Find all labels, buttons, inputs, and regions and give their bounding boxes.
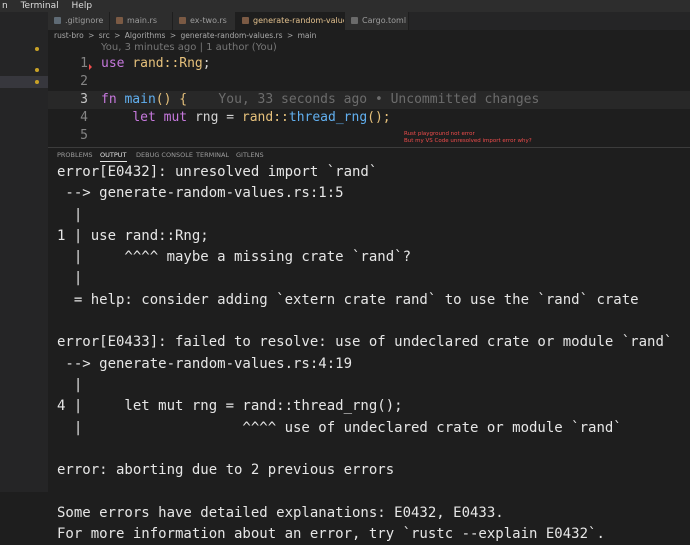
output-line: --> generate-random-values.rs:4:19 (57, 355, 353, 372)
code-editor[interactable]: 1 use rand::Rng; 2 3 fn main() { You, 33… (48, 55, 690, 145)
rust-file-icon (242, 17, 249, 24)
line-number: 3 (80, 92, 88, 107)
breadcrumb-separator: > (169, 31, 177, 40)
breadcrumb-item[interactable]: main (298, 31, 317, 40)
output-line: = help: consider adding `extern crate ra… (57, 291, 639, 308)
tab-debug-console[interactable]: DEBUG CONSOLE (136, 148, 193, 162)
tab-main-rs[interactable]: main.rs (110, 12, 173, 30)
tab-output[interactable]: OUTPUT (100, 148, 127, 162)
menu-item-terminal[interactable]: Terminal (21, 1, 59, 11)
code-line: 1 use rand::Rng; (48, 55, 690, 73)
activity-bar (0, 12, 48, 492)
tab-generate-random-values-rs[interactable]: generate-random-values.rsM (236, 12, 345, 30)
type-name: Rng (179, 56, 203, 71)
output-line: | (57, 376, 83, 393)
output-line: | ^^^^ maybe a missing crate `rand`? (57, 249, 412, 266)
variable: rng (194, 110, 219, 125)
operator: = (226, 110, 235, 125)
code-line-current: 3 fn main() { You, 33 seconds ago • Unco… (48, 91, 690, 109)
selected-row-highlight (0, 76, 48, 88)
keyword: fn (101, 92, 117, 107)
error-marker-icon (89, 64, 92, 70)
function-name: main (124, 92, 156, 107)
punct: () (155, 92, 172, 107)
breadcrumb-item[interactable]: rust-bro (54, 31, 84, 40)
rust-file-icon (116, 17, 123, 24)
toml-file-icon (351, 17, 358, 24)
breadcrumb-separator: > (286, 31, 294, 40)
breadcrumb-separator: > (88, 31, 95, 40)
path: rand:: (241, 110, 289, 125)
code-line: 5 (48, 127, 690, 145)
breadcrumb-item[interactable]: src (99, 31, 110, 40)
modified-dot-icon (35, 68, 39, 72)
punct: { (179, 92, 188, 107)
breadcrumb-item[interactable]: Algorithms (125, 31, 166, 40)
panel-tabs: PROBLEMS OUTPUT DEBUG CONSOLE TERMINAL G… (48, 147, 690, 162)
function-name: thread_rng (288, 110, 368, 125)
keyword: use (101, 56, 125, 71)
output-line: 1 | use rand::Rng; (57, 227, 209, 244)
line-number: 5 (80, 128, 88, 143)
output-line: | ^^^^ use of undeclared crate or module… (57, 419, 622, 436)
output-line: Some errors have detailed explanations: … (57, 504, 504, 521)
breadcrumb-separator: > (114, 31, 121, 40)
modified-dot-icon (35, 80, 39, 84)
editor-tabs: .gitignore main.rs ex-two.rs generate-ra… (48, 12, 690, 30)
punct: (); (367, 110, 391, 125)
gitignore-icon (54, 17, 61, 24)
menu-item-help[interactable]: Help (72, 1, 93, 11)
line-number: 4 (80, 110, 88, 125)
output-line: | (57, 270, 83, 287)
code-line: 4 let mut rng = rand::thread_rng(); (48, 109, 690, 127)
output-line: 4 | let mut rng = rand::thread_rng(); (57, 398, 403, 415)
tab-ex-two-rs[interactable]: ex-two.rs (173, 12, 236, 30)
output-line: error[E0432]: unresolved import `rand` (57, 164, 378, 180)
modified-dot-icon (35, 47, 39, 51)
keyword: let mut (132, 110, 188, 125)
red-annotation: Rust playground not error But my VS Code… (404, 131, 532, 144)
output-line: error[E0433]: failed to resolve: use of … (57, 334, 673, 351)
breadcrumb: rust-bro > src > Algorithms > generate-r… (48, 30, 690, 41)
tab-cargo-toml[interactable]: Cargo.toml (345, 12, 409, 30)
line-number: 1 (80, 56, 88, 71)
punct: ; (202, 56, 211, 71)
breadcrumb-item[interactable]: generate-random-values.rs (181, 31, 283, 40)
output-line: --> generate-random-values.rs:1:5 (57, 185, 344, 202)
inline-blame: You, 33 seconds ago • Uncommitted change… (218, 92, 540, 107)
output-panel[interactable]: error[E0432]: unresolved import `rand` -… (48, 162, 690, 542)
tab-gitlens[interactable]: GITLENS (236, 148, 264, 162)
output-line: error: aborting due to 2 previous errors (57, 462, 395, 479)
output-line: For more information about an error, try… (57, 526, 605, 543)
tab-problems[interactable]: PROBLEMS (57, 148, 92, 162)
tab-terminal[interactable]: TERMINAL (196, 148, 229, 162)
code-line: 2 (48, 73, 690, 91)
codelens-blame[interactable]: You, 3 minutes ago | 1 author (You) (101, 41, 277, 55)
output-line: | (57, 206, 83, 223)
line-number: 2 (80, 74, 88, 89)
rust-file-icon (179, 17, 186, 24)
menu-bar: n Terminal Help (0, 0, 690, 12)
menu-item-n[interactable]: n (2, 1, 8, 11)
path: rand:: (132, 56, 180, 71)
tab-gitignore[interactable]: .gitignore (48, 12, 110, 30)
